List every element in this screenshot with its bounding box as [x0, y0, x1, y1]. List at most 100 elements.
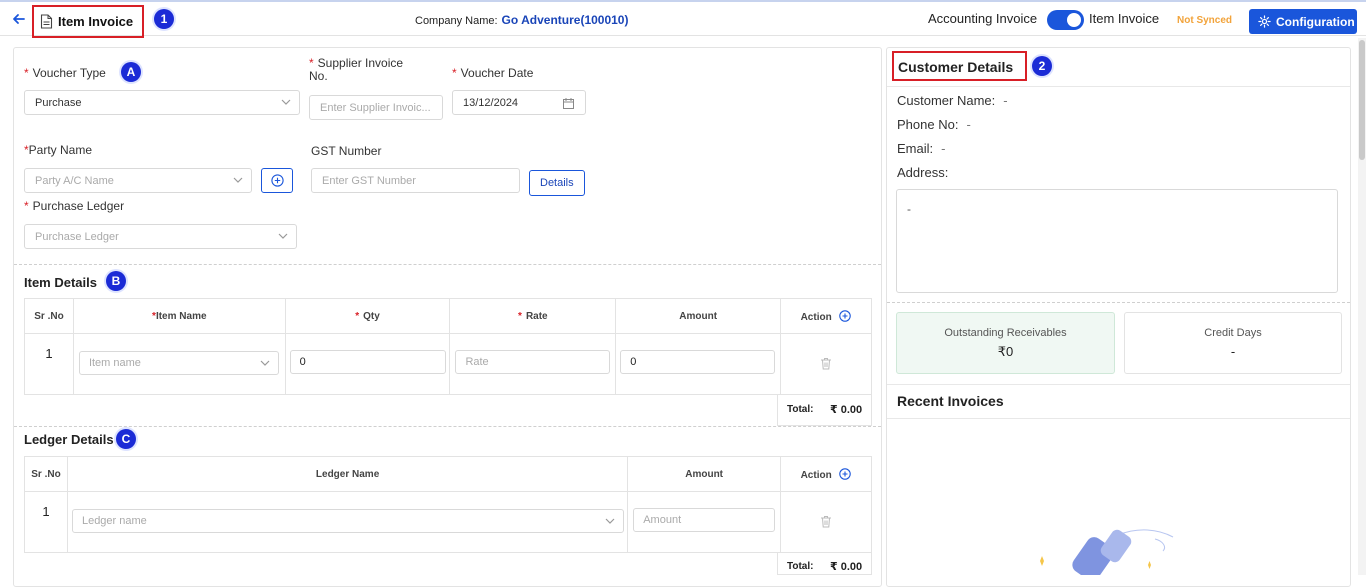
address-value: -: [907, 202, 911, 216]
toggle-knob: [1067, 13, 1081, 27]
item-name-select[interactable]: Item name: [78, 351, 279, 375]
action-label: Action: [800, 469, 832, 481]
item-details-title: Item Details: [24, 275, 97, 290]
qty-value: 0: [299, 356, 306, 368]
trash-icon[interactable]: [820, 515, 832, 528]
plus-circle-icon: [271, 174, 284, 187]
outstanding-card: Outstanding Receivables ₹0: [896, 312, 1115, 374]
configuration-button[interactable]: Configuration: [1249, 9, 1357, 34]
col-rate: * Rate: [449, 298, 617, 334]
address-label: Address:: [897, 165, 949, 180]
ledger-total-value: ₹ 0.00: [830, 561, 863, 573]
rate-placeholder: Rate: [465, 356, 489, 368]
add-item-icon[interactable]: [839, 309, 852, 322]
table-row: 1 Ledger name Amount: [24, 491, 872, 553]
trash-icon[interactable]: [820, 357, 832, 370]
voucher-date-input[interactable]: 13/12/2024: [452, 90, 586, 115]
page-title-highlight: Item Invoice: [32, 5, 144, 38]
ledger-total: Total: ₹ 0.00: [777, 553, 872, 575]
table-header-row: Sr .No *Item Name * Qty * Rate Amount Acti…: [24, 298, 872, 334]
row-sr-no: 1: [24, 333, 74, 395]
calendar-icon: [563, 98, 574, 109]
col-amount: Amount: [615, 298, 782, 334]
configuration-label: Configuration: [1276, 15, 1355, 29]
accounting-invoice-label: Accounting Invoice: [928, 11, 1038, 26]
empty-state-illustration: [1040, 529, 1174, 575]
qty-input[interactable]: 0: [289, 350, 446, 374]
annotation-badge-c: C: [116, 429, 136, 449]
purchase-ledger-label: * Purchase Ledger: [24, 199, 125, 213]
gst-number-label: GST Number: [311, 144, 382, 158]
details-button[interactable]: Details: [529, 170, 585, 196]
supplier-invoice-label: * Supplier Invoice No.: [309, 56, 404, 83]
row-sr-no: 1: [24, 491, 68, 553]
col-qty: * Qty: [284, 298, 451, 334]
voucher-type-label: * Voucher Type: [24, 66, 106, 80]
chevron-down-icon: [260, 360, 270, 366]
qty-cell: 0: [284, 333, 451, 395]
amount-cell: 0: [615, 333, 782, 395]
col-action: Action: [780, 456, 872, 492]
credit-days-label: Credit Days: [1204, 327, 1262, 339]
ledger-name-placeholder: Ledger name: [81, 515, 147, 527]
ledger-total-label: Total:: [787, 561, 814, 572]
party-name-placeholder: Party A/C Name: [35, 175, 114, 187]
gst-number-placeholder: Enter GST Number: [322, 175, 416, 187]
table-row: 1 Item name 0 Rate 0: [24, 333, 872, 395]
sync-status: Not Synced: [1177, 15, 1233, 26]
document-icon: [40, 14, 53, 29]
chevron-down-icon: [278, 233, 288, 239]
ledger-amount-input[interactable]: Amount: [633, 508, 776, 532]
page-title: Item Invoice: [58, 14, 134, 29]
add-ledger-icon[interactable]: [839, 467, 852, 480]
ledger-name-cell: Ledger name: [66, 491, 629, 553]
credit-days-value: -: [1230, 344, 1236, 359]
amount-value: 0: [630, 356, 637, 368]
item-total-value: ₹ 0.00: [830, 404, 863, 416]
voucher-date-label: * Voucher Date: [452, 66, 534, 80]
company-name: Company Name: Go Adventure(100010): [415, 13, 628, 27]
ledger-details-title: Ledger Details: [24, 432, 114, 447]
gear-icon: [1258, 15, 1271, 28]
invoice-type-toggle[interactable]: [1047, 10, 1084, 30]
gst-number-input[interactable]: Enter GST Number: [311, 168, 520, 193]
chevron-down-icon: [281, 99, 291, 105]
col-amount: Amount: [627, 456, 782, 492]
amount-input[interactable]: 0: [620, 350, 776, 374]
item-total-label: Total:: [787, 404, 814, 415]
outstanding-value: ₹0: [997, 344, 1014, 359]
rate-input[interactable]: Rate: [455, 350, 611, 374]
action-label: Action: [800, 311, 832, 323]
party-name-select[interactable]: Party A/C Name: [24, 168, 252, 193]
purchase-ledger-select[interactable]: Purchase Ledger: [24, 224, 297, 249]
item-total: Total: ₹ 0.00: [777, 395, 872, 426]
phone-row: Phone No: -: [897, 117, 971, 132]
chevron-down-icon: [605, 518, 615, 524]
voucher-type-select[interactable]: Purchase: [24, 90, 300, 115]
section-divider: [14, 426, 881, 427]
credit-days-card: Credit Days -: [1124, 312, 1342, 374]
table-header-row: Sr .No Ledger Name Amount Action: [24, 456, 872, 492]
annotation-badge-2: 2: [1032, 56, 1052, 76]
company-value: Go Adventure(100010): [501, 13, 629, 27]
recent-invoices-title: Recent Invoices: [897, 393, 1004, 409]
back-arrow-icon[interactable]: [11, 11, 27, 27]
purchase-ledger-placeholder: Purchase Ledger: [35, 231, 119, 243]
details-button-label: Details: [540, 177, 574, 189]
party-name-label: *Party Name: [24, 143, 93, 157]
email-row: Email: -: [897, 141, 946, 156]
item-name-cell: Item name: [72, 333, 286, 395]
ledger-name-select[interactable]: Ledger name: [71, 509, 624, 533]
customer-header-divider: [887, 86, 1350, 87]
annotation-badge-a: A: [121, 62, 141, 82]
scrollbar-thumb[interactable]: [1359, 40, 1365, 160]
col-item-name: *Item Name: [72, 298, 286, 334]
item-name-placeholder: Item name: [88, 357, 141, 369]
action-cell: [780, 491, 872, 553]
supplier-invoice-input[interactable]: Enter Supplier Invoic...: [309, 95, 443, 120]
voucher-type-value: Purchase: [35, 97, 82, 109]
section-divider: [14, 264, 881, 265]
address-box: -: [896, 189, 1338, 293]
supplier-invoice-placeholder: Enter Supplier Invoic...: [320, 102, 431, 114]
add-party-button[interactable]: [261, 168, 293, 193]
